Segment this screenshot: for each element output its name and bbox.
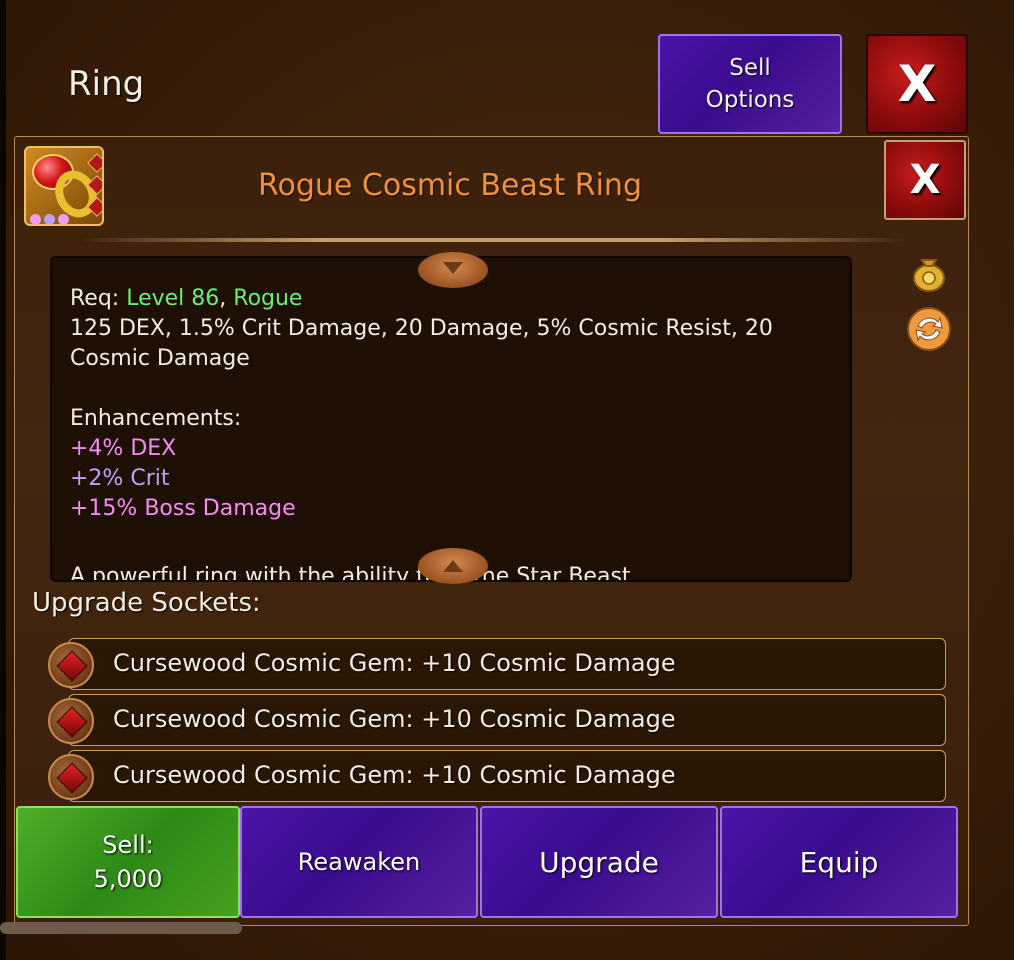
enhancement-item: +4% DEX	[70, 436, 177, 461]
stats-line: 125 DEX, 1.5% Crit Damage, 20 Damage, 5%…	[70, 316, 773, 341]
socket-text: Cursewood Cosmic Gem: +10 Cosmic Damage	[113, 705, 676, 733]
requirement-separator: ,	[219, 286, 234, 311]
requirements-line: Req: Level 86, Rogue	[70, 284, 830, 314]
socket-indicator-icon	[87, 153, 102, 173]
gold-bag-icon[interactable]	[910, 252, 948, 292]
socket-row[interactable]: Cursewood Cosmic Gem: +10 Cosmic Damage	[68, 638, 946, 690]
enhancements-title: Enhancements:	[70, 406, 242, 431]
close-icon: X	[897, 55, 937, 113]
left-edge-bar	[0, 0, 6, 960]
ring-icon	[24, 146, 104, 226]
scroll-up-button[interactable]	[418, 252, 488, 288]
equip-label: Equip	[799, 845, 879, 879]
close-item-button[interactable]: X	[884, 140, 966, 220]
sell-options-label: Sell Options	[705, 55, 795, 113]
enhancement-dot	[58, 214, 69, 224]
upgrade-sockets-title: Upgrade Sockets:	[32, 588, 261, 618]
close-icon: X	[909, 157, 941, 203]
stats-line: Cosmic Damage	[70, 346, 250, 371]
screen-title: Ring	[68, 64, 145, 104]
reawaken-button[interactable]: Reawaken	[240, 806, 478, 918]
chevron-up-icon	[443, 560, 463, 572]
socket-row[interactable]: Cursewood Cosmic Gem: +10 Cosmic Damage	[68, 750, 946, 802]
scrollbar[interactable]	[0, 922, 242, 934]
divider	[78, 238, 908, 242]
reawaken-label: Reawaken	[297, 848, 421, 876]
red-gem-icon	[48, 642, 94, 688]
requirement-class: Rogue	[233, 286, 303, 311]
red-gem-icon	[48, 754, 94, 800]
sell-price: 5,000	[93, 865, 163, 893]
close-screen-button[interactable]: X	[866, 34, 968, 134]
enhancement-dot	[44, 214, 55, 224]
enhancement-item: +15% Boss Damage	[70, 496, 296, 521]
socket-text: Cursewood Cosmic Gem: +10 Cosmic Damage	[113, 761, 676, 789]
sell-label: Sell:	[102, 831, 154, 859]
upgrade-label: Upgrade	[539, 845, 659, 879]
socket-text: Cursewood Cosmic Gem: +10 Cosmic Damage	[113, 649, 676, 677]
swap-icon[interactable]	[906, 306, 952, 352]
socket-row[interactable]: Cursewood Cosmic Gem: +10 Cosmic Damage	[68, 694, 946, 746]
item-description-text: Req: Level 86, Rogue 125 DEX, 1.5% Crit …	[70, 284, 830, 580]
red-gem-icon	[48, 698, 94, 744]
sell-button[interactable]: Sell: 5,000	[16, 806, 240, 918]
chevron-down-icon	[443, 262, 463, 274]
item-description-panel[interactable]: Req: Level 86, Rogue 125 DEX, 1.5% Crit …	[50, 256, 852, 582]
enhancement-dot	[30, 214, 41, 224]
sell-options-button[interactable]: Sell Options	[658, 34, 842, 134]
requirement-level: Level 86	[126, 286, 220, 311]
item-name: Rogue Cosmic Beast Ring	[257, 168, 642, 203]
upgrade-button[interactable]: Upgrade	[480, 806, 718, 918]
equip-button[interactable]: Equip	[720, 806, 958, 918]
scroll-down-button[interactable]	[418, 548, 488, 584]
requirements-prefix: Req:	[70, 286, 127, 311]
enhancement-item: +2% Crit	[70, 466, 170, 491]
